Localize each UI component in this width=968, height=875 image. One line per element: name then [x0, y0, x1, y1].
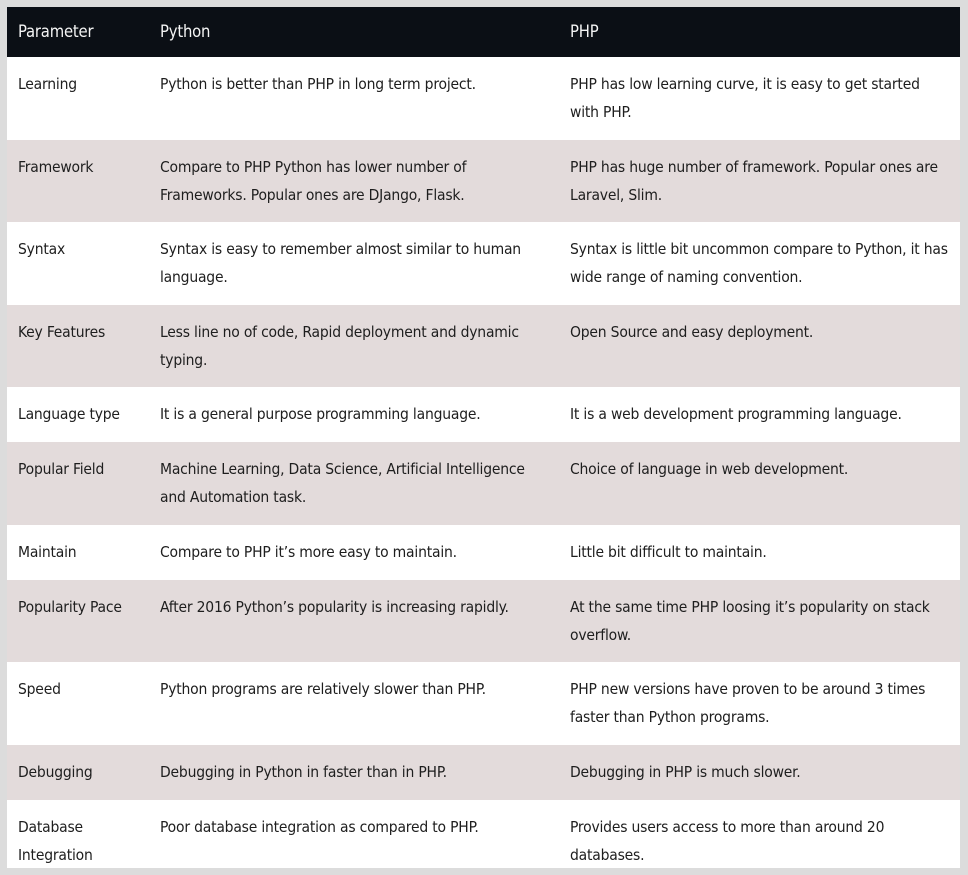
cell-php: Debugging in PHP is much slower.: [559, 745, 960, 800]
cell-parameter: Syntax: [7, 222, 149, 305]
cell-parameter: Debugging: [7, 745, 149, 800]
cell-python: Python programs are relatively slower th…: [149, 662, 559, 745]
cell-python: After 2016 Python’s popularity is increa…: [149, 580, 559, 662]
cell-parameter: Key Features: [7, 305, 149, 387]
cell-python: Compare to PHP it’s more easy to maintai…: [149, 525, 559, 580]
header-php: PHP: [559, 7, 960, 57]
cell-php: Open Source and easy deployment.: [559, 305, 960, 387]
cell-python: Python is better than PHP in long term p…: [149, 57, 559, 140]
table-row-speed: Speed Python programs are relatively slo…: [7, 662, 960, 745]
cell-python: Less line no of code, Rapid deployment a…: [149, 305, 559, 387]
cell-python: Syntax is easy to remember almost simila…: [149, 222, 559, 305]
cell-python: It is a general purpose programming lang…: [149, 387, 559, 442]
header-parameter: Parameter: [7, 7, 149, 57]
table-row-syntax: Syntax Syntax is easy to remember almost…: [7, 222, 960, 305]
cell-php: PHP has huge number of framework. Popula…: [559, 140, 960, 222]
table-row-maintain: Maintain Compare to PHP it’s more easy t…: [7, 525, 960, 580]
comparison-table-container: Parameter Python PHP Learning Python is …: [7, 7, 960, 868]
cell-php: Provides users access to more than aroun…: [559, 800, 960, 868]
cell-parameter: Framework: [7, 140, 149, 222]
table-row-debugging: Debugging Debugging in Python in faster …: [7, 745, 960, 800]
cell-parameter: Popularity Pace: [7, 580, 149, 662]
cell-parameter: Popular Field: [7, 442, 149, 525]
cell-php: PHP new versions have proven to be aroun…: [559, 662, 960, 745]
cell-parameter: Language type: [7, 387, 149, 442]
table-row-framework: Framework Compare to PHP Python has lowe…: [7, 140, 960, 222]
cell-php: Choice of language in web development.: [559, 442, 960, 525]
cell-php: At the same time PHP loosing it’s popula…: [559, 580, 960, 662]
table-row-popularity-pace: Popularity Pace After 2016 Python’s popu…: [7, 580, 960, 662]
cell-parameter: Database Integration: [7, 800, 149, 868]
cell-python: Poor database integration as compared to…: [149, 800, 559, 868]
cell-php: Little bit difficult to maintain.: [559, 525, 960, 580]
python-vs-php-table: Parameter Python PHP Learning Python is …: [7, 7, 960, 868]
cell-python: Compare to PHP Python has lower number o…: [149, 140, 559, 222]
cell-parameter: Speed: [7, 662, 149, 745]
table-row-language-type: Language type It is a general purpose pr…: [7, 387, 960, 442]
header-python: Python: [149, 7, 559, 57]
cell-php: Syntax is little bit uncommon compare to…: [559, 222, 960, 305]
cell-python: Debugging in Python in faster than in PH…: [149, 745, 559, 800]
table-header-row: Parameter Python PHP: [7, 7, 960, 57]
cell-php: PHP has low learning curve, it is easy t…: [559, 57, 960, 140]
cell-python: Machine Learning, Data Science, Artifici…: [149, 442, 559, 525]
cell-parameter: Maintain: [7, 525, 149, 580]
cell-parameter: Learning: [7, 57, 149, 140]
table-row-database-integration: Database Integration Poor database integ…: [7, 800, 960, 868]
table-row-learning: Learning Python is better than PHP in lo…: [7, 57, 960, 140]
cell-php: It is a web development programming lang…: [559, 387, 960, 442]
table-row-popular-field: Popular Field Machine Learning, Data Sci…: [7, 442, 960, 525]
table-row-key-features: Key Features Less line no of code, Rapid…: [7, 305, 960, 387]
